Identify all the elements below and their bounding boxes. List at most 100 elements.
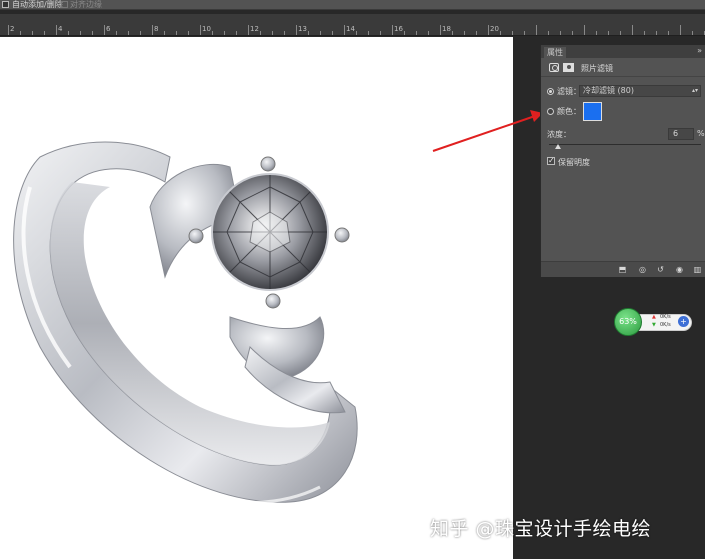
- panel-title: 照片滤镜: [581, 64, 613, 73]
- ruler-label: 20: [490, 25, 499, 33]
- ruler-minor-tick: [176, 31, 177, 35]
- ruler-label: 8: [154, 25, 159, 33]
- panel-footer: ⬒ ◎ ↺ ◉ ▥: [541, 261, 705, 277]
- ruler-minor-tick: [80, 31, 81, 35]
- ruler-label: 10: [202, 25, 211, 33]
- ruler-minor-tick: [356, 31, 357, 35]
- ruler-label: 6: [106, 25, 111, 33]
- ruler-major-tick: [152, 25, 153, 35]
- upload-speed: 0K/s: [660, 314, 671, 320]
- ruler-minor-tick: [212, 31, 213, 35]
- ruler-major-tick: [680, 25, 681, 35]
- ruler-minor-tick: [428, 31, 429, 35]
- document-canvas[interactable]: [0, 37, 513, 559]
- ruler-minor-tick: [92, 31, 93, 35]
- ruler-minor-tick: [140, 31, 141, 35]
- ruler-minor-tick: [380, 31, 381, 35]
- panel-header: 属性 »: [541, 45, 705, 58]
- ruler-minor-tick: [20, 31, 21, 35]
- density-unit: %: [697, 129, 705, 138]
- ruler-major-tick: [584, 25, 585, 35]
- watermark: 知乎 @珠宝设计手绘电绘: [430, 518, 652, 540]
- ruler-minor-tick: [656, 31, 657, 35]
- ruler-minor-tick: [68, 31, 69, 35]
- ruler-minor-tick: [284, 31, 285, 35]
- view-previous-state-icon[interactable]: ◎: [637, 265, 648, 275]
- upload-arrow-icon: ▲: [652, 314, 656, 320]
- ruler-minor-tick: [272, 31, 273, 35]
- color-swatch[interactable]: [583, 102, 602, 121]
- ruler-label: 18: [442, 25, 451, 33]
- clip-to-layer-icon[interactable]: ⬒: [617, 265, 628, 275]
- trash-icon[interactable]: ▥: [692, 265, 703, 275]
- download-arrow-icon: ▼: [652, 322, 656, 328]
- ruler-label: 4: [58, 25, 63, 33]
- ruler-minor-tick: [32, 31, 33, 35]
- ruler-minor-tick: [512, 31, 513, 35]
- filter-select-value: 冷却滤镜 (80): [583, 86, 634, 95]
- ruler-minor-tick: [404, 31, 405, 35]
- ruler-minor-tick: [224, 31, 225, 35]
- ruler-minor-tick: [44, 31, 45, 35]
- chevron-updown-icon: ▴▾: [691, 87, 698, 94]
- auto-add-delete-checkbox[interactable]: [2, 1, 9, 8]
- filter-radio[interactable]: [547, 88, 554, 95]
- ruler-major-tick: [536, 25, 537, 35]
- ring-image: [13, 141, 358, 505]
- memory-usage-ball[interactable]: 63%: [614, 308, 642, 336]
- ruler-label: 14: [346, 25, 355, 33]
- ruler-major-tick: [440, 25, 441, 35]
- ruler-minor-tick: [464, 31, 465, 35]
- ruler-major-tick: [56, 25, 57, 35]
- ruler-label: 16: [394, 25, 403, 33]
- ruler-label: 12: [250, 25, 259, 33]
- ruler-major-tick: [488, 25, 489, 35]
- align-edges-checkbox[interactable]: [61, 1, 68, 8]
- density-label: 浓度：: [547, 130, 571, 139]
- ruler-minor-tick: [164, 31, 165, 35]
- ruler-minor-tick: [188, 31, 189, 35]
- ruler-minor-tick: [668, 31, 669, 35]
- reset-icon[interactable]: ↺: [655, 265, 666, 275]
- accelerate-icon[interactable]: +: [678, 316, 689, 327]
- tab-properties[interactable]: 属性: [544, 47, 566, 58]
- ruler-minor-tick: [308, 31, 309, 35]
- ruler-minor-tick: [260, 31, 261, 35]
- panel-title-row: 照片滤镜: [541, 59, 705, 77]
- options-bar: 自动添加/删除 对齐边缘: [0, 0, 705, 10]
- ruler-minor-tick: [644, 31, 645, 35]
- network-speed-widget[interactable]: 63% ▲ 0K/s ▼ 0K/s +: [614, 308, 694, 337]
- density-input[interactable]: 6: [668, 128, 694, 140]
- ruler-minor-tick: [692, 31, 693, 35]
- ruler-major-tick: [344, 25, 345, 35]
- ruler-minor-tick: [608, 31, 609, 35]
- ruler-major-tick: [392, 25, 393, 35]
- ruler-minor-tick: [236, 31, 237, 35]
- density-slider-track[interactable]: [549, 144, 701, 145]
- density-slider-thumb[interactable]: [555, 144, 562, 149]
- auto-add-delete-label: 自动添加/删除: [12, 0, 63, 9]
- ruler-minor-tick: [128, 31, 129, 35]
- color-label: 颜色：: [557, 107, 581, 116]
- ruler-minor-tick: [596, 31, 597, 35]
- filter-select[interactable]: 冷却滤镜 (80) ▴▾: [579, 85, 701, 97]
- preserve-luminosity-label: 保留明度: [558, 158, 590, 167]
- ruler-minor-tick: [620, 31, 621, 35]
- ruler-major-tick: [632, 25, 633, 35]
- filter-label: 滤镜：: [557, 87, 581, 96]
- preserve-luminosity-checkbox[interactable]: ✓: [547, 157, 555, 165]
- ruler-minor-tick: [524, 31, 525, 35]
- horizontal-ruler[interactable]: 2 4 6 8 10 12 13 14 16 18 20: [0, 14, 705, 36]
- collapse-icon[interactable]: »: [697, 46, 702, 55]
- ruler-minor-tick: [548, 31, 549, 35]
- ruler-minor-tick: [452, 31, 453, 35]
- align-edges-label: 对齐边缘: [70, 0, 102, 9]
- visibility-eye-icon[interactable]: ◉: [674, 265, 685, 275]
- ruler-minor-tick: [320, 31, 321, 35]
- ruler-major-tick: [104, 25, 105, 35]
- ruler-minor-tick: [476, 31, 477, 35]
- ruler-major-tick: [8, 25, 9, 35]
- layer-mask-icon[interactable]: [563, 63, 574, 72]
- color-radio[interactable]: [547, 108, 554, 115]
- ruler-label: 13: [298, 25, 307, 33]
